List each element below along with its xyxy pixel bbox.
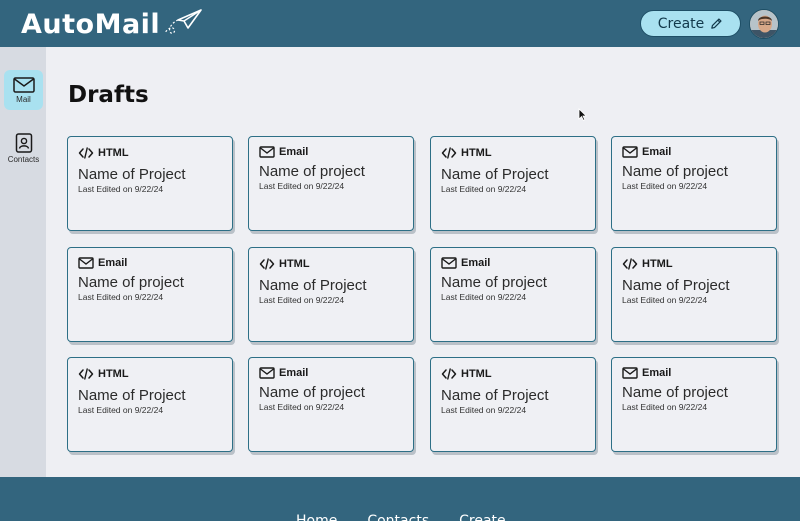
create-button-label: Create [657, 15, 705, 32]
mouse-cursor-icon [578, 108, 587, 121]
card-type: Email [259, 145, 308, 159]
code-icon [78, 368, 94, 380]
code-icon [441, 147, 457, 159]
sidebar-item-mail[interactable]: Mail [4, 70, 43, 110]
card-type: HTML [441, 146, 492, 160]
card-project-name: Name of Project [259, 277, 367, 294]
draft-card[interactable]: HTML Name of Project Last Edited on 9/22/2… [67, 357, 233, 452]
brand-logo[interactable]: AutoMail [21, 6, 204, 42]
card-project-name: Name of Project [441, 166, 549, 183]
card-last-edited: Last Edited on 9/22/24 [78, 405, 164, 415]
draft-card[interactable]: Email Name of project Last Edited on 9/22/… [430, 247, 596, 342]
code-icon [441, 368, 457, 380]
pencil-icon [711, 18, 722, 29]
app-title: AutoMail [21, 8, 161, 40]
mail-icon [259, 146, 275, 158]
card-type: Email [622, 366, 671, 380]
draft-card[interactable]: Email Name of project Last Edited on 9/22/… [611, 136, 777, 231]
card-type: HTML [78, 146, 129, 160]
card-last-edited: Last Edited on 9/22/24 [622, 402, 708, 412]
card-type-label: Email [279, 367, 309, 379]
footer-nav: Home Contacts Create [296, 513, 506, 521]
code-icon [259, 258, 275, 270]
card-type-label: HTML [642, 258, 673, 270]
user-avatar[interactable] [749, 9, 779, 39]
app-header: AutoMail Create [0, 0, 800, 47]
card-last-edited: Last Edited on 9/22/24 [259, 295, 345, 305]
card-type-label: HTML [98, 368, 129, 380]
sidebar: Mail Contacts [0, 47, 46, 477]
avatar-image [750, 10, 778, 38]
draft-card[interactable]: Email Name of project Last Edited on 9/22/… [248, 136, 414, 231]
draft-card[interactable]: HTML Name of Project Last Edited on 9/22/2… [430, 136, 596, 231]
card-project-name: Name of project [622, 384, 728, 401]
mail-icon [622, 146, 638, 158]
mail-icon [12, 77, 35, 93]
card-type-label: HTML [461, 147, 492, 159]
card-type-label: Email [642, 367, 672, 379]
card-last-edited: Last Edited on 9/22/24 [622, 295, 708, 305]
sidebar-item-label: Contacts [7, 155, 40, 164]
draft-card[interactable]: Email Name of project Last Edited on 9/22/… [248, 357, 414, 452]
draft-card[interactable]: HTML Name of Project Last Edited on 9/22/2… [611, 247, 777, 342]
card-type-label: Email [642, 146, 672, 158]
sidebar-item-label: Mail [16, 95, 31, 104]
paper-plane-icon [164, 9, 202, 34]
card-type: Email [622, 145, 671, 159]
card-type-label: Email [279, 146, 309, 158]
mail-icon [259, 367, 275, 379]
draft-card[interactable]: Email Name of project Last Edited on 9/22/… [611, 357, 777, 452]
card-last-edited: Last Edited on 9/22/24 [259, 402, 345, 412]
card-last-edited: Last Edited on 9/22/24 [441, 184, 527, 194]
draft-card[interactable]: HTML Name of Project Last Edited on 9/22/2… [248, 247, 414, 342]
card-project-name: Name of project [259, 163, 365, 180]
footer-link-home[interactable]: Home [296, 513, 337, 521]
card-type: HTML [78, 367, 129, 381]
card-project-name: Name of Project [622, 277, 730, 294]
card-type: Email [78, 256, 127, 270]
card-last-edited: Last Edited on 9/22/24 [622, 181, 708, 191]
card-last-edited: Last Edited on 9/22/24 [78, 292, 164, 302]
card-last-edited: Last Edited on 9/22/24 [259, 181, 345, 191]
card-type-label: HTML [279, 258, 310, 270]
card-type: HTML [622, 257, 673, 271]
card-type-label: HTML [461, 368, 492, 380]
card-project-name: Name of project [441, 274, 547, 291]
footer-link-create[interactable]: Create [459, 513, 506, 521]
card-project-name: Name of Project [441, 387, 549, 404]
card-last-edited: Last Edited on 9/22/24 [441, 292, 527, 302]
card-project-name: Name of project [259, 384, 365, 401]
page-title: Drafts [68, 82, 149, 108]
card-type: HTML [259, 257, 310, 271]
contacts-icon [15, 133, 32, 153]
draft-card[interactable]: HTML Name of Project Last Edited on 9/22/2… [67, 136, 233, 231]
footer: Home Contacts Create [0, 477, 800, 521]
mail-icon [78, 257, 94, 269]
card-last-edited: Last Edited on 9/22/24 [441, 405, 527, 415]
card-type: Email [441, 256, 490, 270]
card-last-edited: Last Edited on 9/22/24 [78, 184, 164, 194]
card-project-name: Name of project [622, 163, 728, 180]
footer-link-contacts[interactable]: Contacts [367, 513, 429, 521]
card-type-label: Email [98, 257, 128, 269]
draft-card[interactable]: HTML Name of Project Last Edited on 9/22/2… [430, 357, 596, 452]
card-type-label: Email [461, 257, 491, 269]
code-icon [78, 147, 94, 159]
card-project-name: Name of project [78, 274, 184, 291]
code-icon [622, 258, 638, 270]
mail-icon [622, 367, 638, 379]
sidebar-item-contacts[interactable]: Contacts [4, 133, 43, 167]
card-type-label: HTML [98, 147, 129, 159]
draft-card[interactable]: Email Name of project Last Edited on 9/22/… [67, 247, 233, 342]
card-type: HTML [441, 367, 492, 381]
mail-icon [441, 257, 457, 269]
card-project-name: Name of Project [78, 387, 186, 404]
card-type: Email [259, 366, 308, 380]
create-button[interactable]: Create [640, 10, 741, 37]
card-project-name: Name of Project [78, 166, 186, 183]
